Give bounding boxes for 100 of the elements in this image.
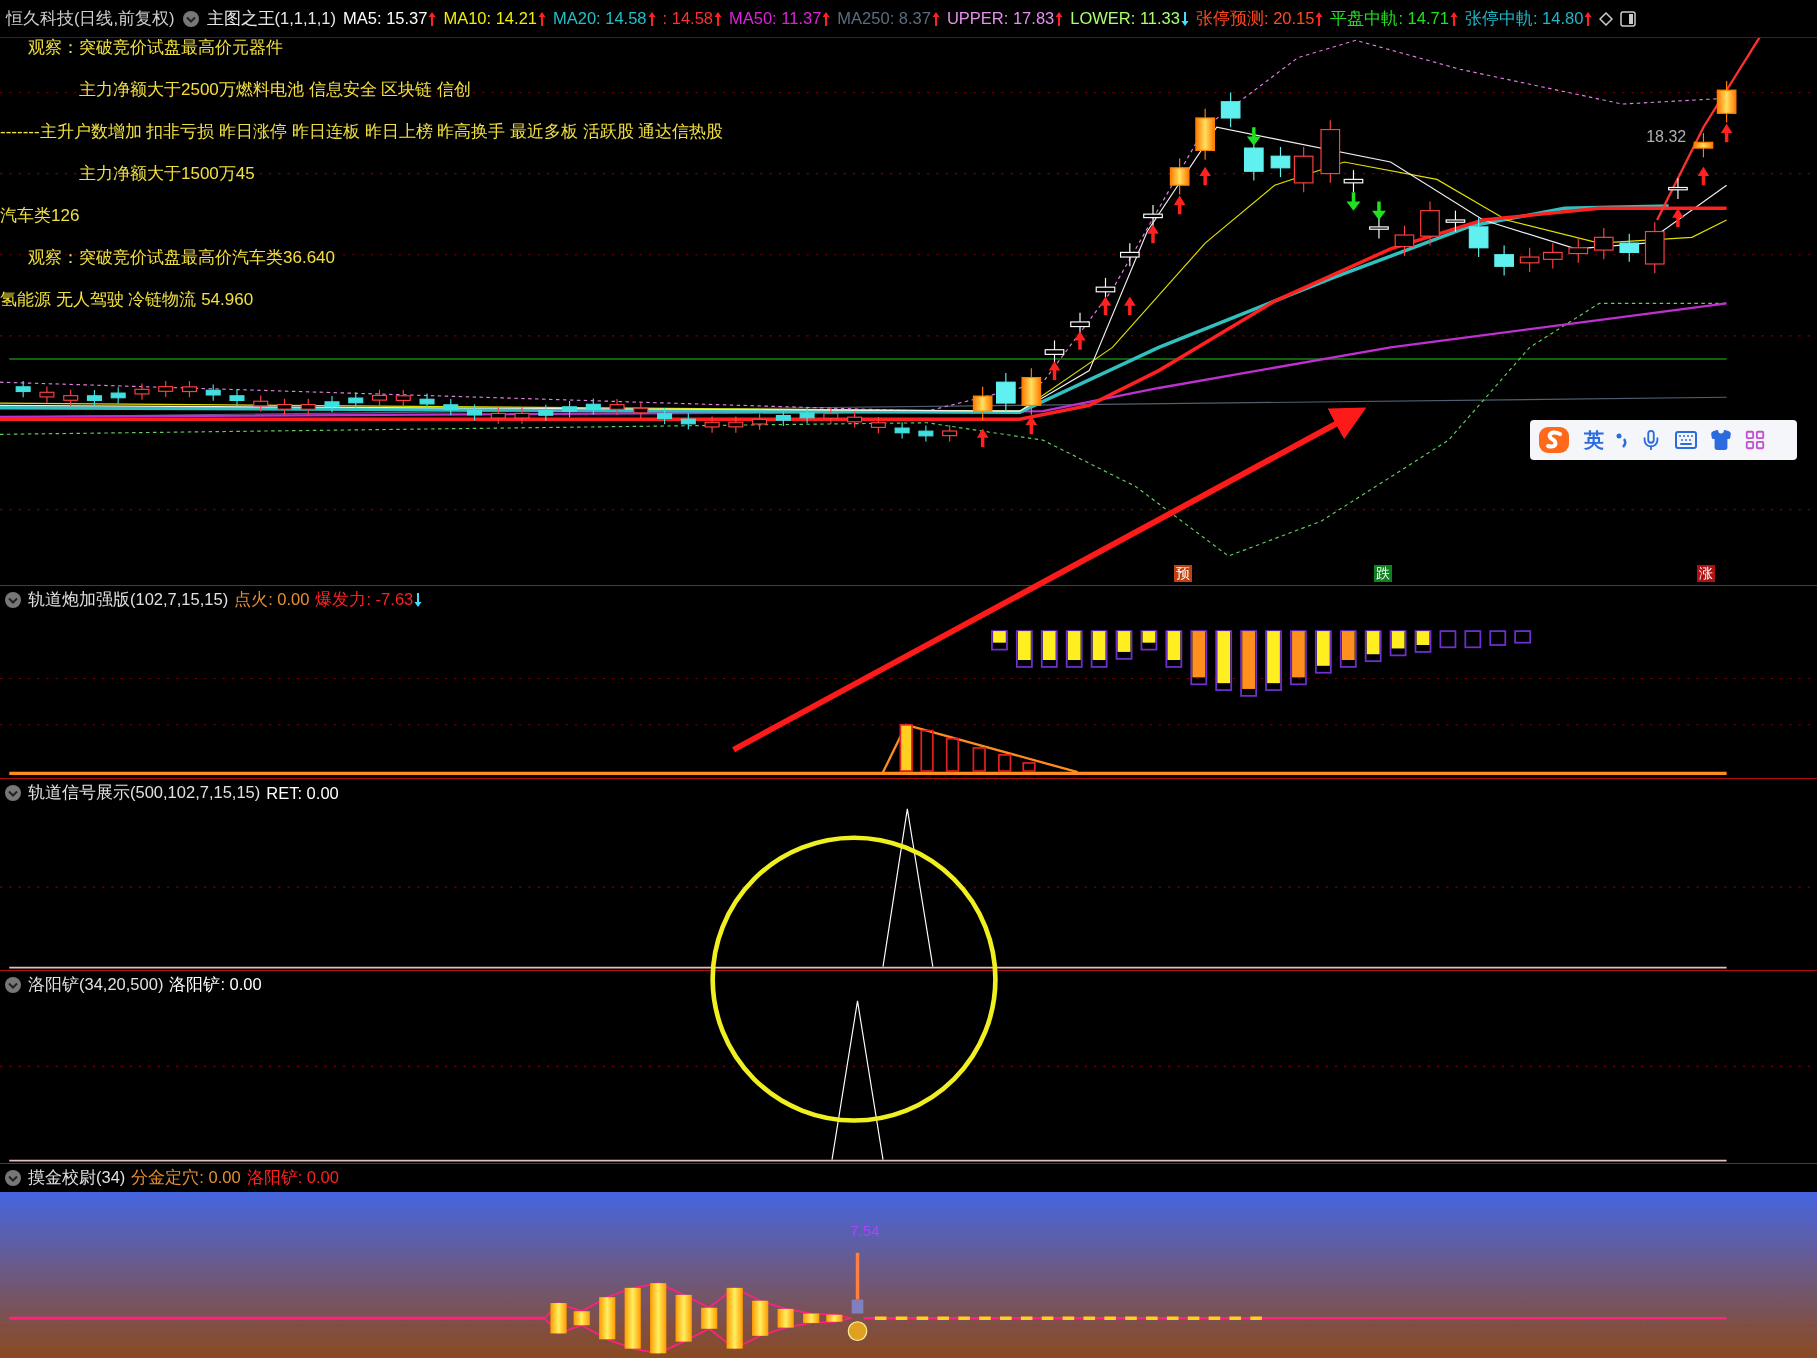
- chevron-down-icon[interactable]: [4, 976, 22, 994]
- histogram-bar: [701, 1307, 718, 1329]
- candlestick: [775, 409, 791, 427]
- candlestick: [870, 416, 886, 434]
- signal-note: 主力净额大于2500万燃料电池 信息安全 区块链 信创: [79, 80, 471, 100]
- buy-arrow-icon: [1720, 123, 1733, 143]
- buy-arrow-icon: [1074, 331, 1086, 350]
- chevron-down-icon[interactable]: [4, 784, 22, 802]
- histogram-bar: [1414, 630, 1432, 653]
- indicator-value: : 14.58: [662, 9, 713, 28]
- candlestick: [158, 380, 174, 398]
- candlestick: [1120, 242, 1140, 267]
- histogram-bar: [1389, 630, 1407, 657]
- buy-arrow-icon: [1173, 195, 1186, 215]
- indicator-value: MA250: 8.37: [837, 9, 931, 28]
- indicator-value: RET: 0.00: [266, 783, 339, 803]
- buy-arrow-icon: [1048, 361, 1061, 380]
- candlestick: [276, 398, 292, 416]
- histogram-bar: [1339, 630, 1357, 668]
- candlestick: [1169, 157, 1190, 196]
- buy-arrow-icon: [1199, 166, 1211, 186]
- signal-marker: 跌: [1373, 565, 1392, 582]
- candlestick: [1195, 108, 1215, 161]
- signal-note: -------主升户数增加 扣非亏损 昨日涨停 昨日连板 昨日上榜 昨高换手 最近多板 活跃股 通达信热股: [0, 122, 724, 142]
- candlestick: [395, 389, 411, 407]
- logo-icon[interactable]: [1538, 425, 1572, 455]
- candlestick: [1468, 217, 1489, 258]
- buy-arrow-icon: [1697, 166, 1710, 186]
- candlestick: [253, 394, 269, 413]
- signal-note: 汽车类126: [0, 206, 80, 226]
- price-label: 18.32: [1646, 128, 1687, 146]
- chevron-down-icon[interactable]: [181, 9, 200, 28]
- candlestick: [1320, 119, 1341, 184]
- candlestick: [443, 398, 459, 416]
- candlestick: [1542, 242, 1563, 270]
- chevron-down-icon[interactable]: [4, 1169, 22, 1187]
- candlestick: [205, 383, 221, 402]
- indicator-value: 洛阳铲: 0.00: [246, 1167, 339, 1188]
- candlestick: [633, 401, 649, 420]
- diamond-icon[interactable]: [1599, 11, 1614, 26]
- histogram-bar: [803, 1313, 820, 1323]
- candlestick: [847, 410, 863, 429]
- histogram-bar: [1489, 630, 1507, 646]
- histogram-bar: [1314, 630, 1332, 674]
- candlestick: [1668, 177, 1688, 200]
- histogram-bar: [991, 630, 1008, 651]
- input-mode-toggle[interactable]: 英: [1584, 426, 1604, 454]
- candlestick: [1420, 200, 1440, 246]
- signal-marker: 涨: [1697, 565, 1716, 582]
- histogram-bar: [650, 1283, 667, 1354]
- shirt-icon[interactable]: [1710, 429, 1732, 451]
- indicator-name: 轨道炮加强版(102,7,15,15): [28, 589, 229, 610]
- indicator-value: 爆发力: -7.63: [315, 589, 414, 610]
- indicator-value: MA50: 11.37: [729, 9, 822, 28]
- indicator-name: 轨道信号展示(500,102,7,15,15): [28, 782, 261, 803]
- candlestick: [1693, 132, 1714, 158]
- candlestick: [752, 413, 768, 431]
- candlestick: [419, 392, 435, 411]
- histogram-bar: [826, 1314, 843, 1322]
- histogram-bar: [1140, 630, 1158, 651]
- candlestick: [728, 415, 744, 434]
- candlestick: [1519, 247, 1540, 273]
- candlestick: [609, 398, 625, 416]
- candlestick: [1293, 146, 1314, 193]
- histogram-bar: [1190, 630, 1208, 686]
- histogram-bar: [675, 1294, 692, 1342]
- candlestick: [86, 389, 102, 407]
- keyboard-icon[interactable]: [1674, 428, 1698, 452]
- window-icon[interactable]: [1620, 10, 1637, 27]
- signal-note: 观察：突破竞价试盘最高价元器件: [28, 38, 283, 58]
- candlestick: [1021, 367, 1042, 416]
- candlestick: [1270, 146, 1291, 178]
- signal-bar: [998, 754, 1012, 772]
- signal-note: 观察：突破竞价试盘最高价汽车类36.640: [28, 248, 335, 268]
- candlestick: [1394, 225, 1415, 257]
- candlestick: [1716, 80, 1737, 124]
- candlestick: [300, 398, 316, 416]
- candlestick: [371, 389, 388, 407]
- indicator-value: MA5: 15.37: [343, 9, 428, 28]
- buy-arrow-icon: [1099, 296, 1112, 315]
- signal-note: 氢能源 无人驾驶 冷链物流 54.960: [0, 290, 254, 310]
- histogram-bar: [624, 1287, 641, 1349]
- histogram-bar: [1464, 630, 1482, 649]
- indicator-value: UPPER: 17.83: [946, 9, 1055, 28]
- sell-arrow-icon: [1346, 192, 1361, 211]
- grid-icon[interactable]: [1744, 429, 1766, 451]
- indicator-value: MA20: 14.58: [553, 9, 647, 28]
- histogram-bar: [1215, 630, 1233, 691]
- candlestick: [799, 406, 815, 425]
- signal-bar: [899, 723, 913, 772]
- histogram-bar: [1364, 630, 1382, 663]
- histogram-bar: [573, 1311, 590, 1326]
- peak-label: 7.54: [850, 1221, 880, 1239]
- candlestick: [1494, 244, 1514, 277]
- indicator-name: 洛阳铲(34,20,500): [28, 974, 164, 995]
- candlestick: [1593, 227, 1614, 260]
- signal-bar: [920, 729, 934, 772]
- candlestick: [918, 424, 934, 443]
- chevron-down-icon[interactable]: [4, 591, 22, 609]
- candlestick: [467, 403, 483, 422]
